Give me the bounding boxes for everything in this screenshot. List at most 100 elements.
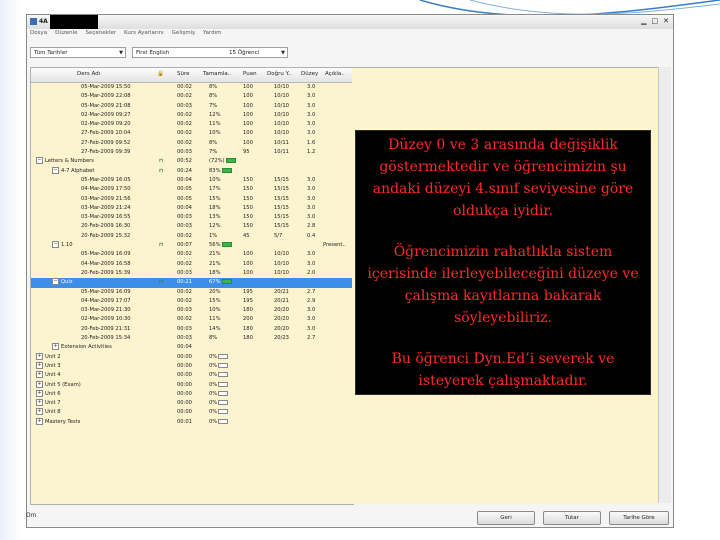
table-row[interactable]: −1.10 ⊓ 00:07 56% Present.. [31,241,353,250]
row-completion-value: 83% [209,167,221,174]
expand-icon[interactable]: + [36,380,43,388]
table-row[interactable]: 20-Feb-2009 15:34 00:03 8% 180 20/23 2.7 [31,334,353,343]
header-level[interactable]: Düzey [301,71,318,77]
collapse-icon[interactable]: − [36,157,43,165]
row-completion: 7% [209,148,217,157]
row-completion: 11% [209,120,221,129]
close-icon[interactable]: ✕ [663,17,669,25]
row-time: 00:04 [177,344,192,351]
menu-item-options[interactable]: Seçenekler [85,30,116,40]
header-score[interactable]: Puan [243,71,257,77]
row-time: 00:02 [177,251,192,258]
table-row[interactable]: 04-Mar-2009 17:07 00:02 15% 195 20/21 2.9 [31,297,353,306]
table-row[interactable]: + Unit 8 00:00 0% [31,408,353,417]
table-row[interactable]: + Unit 6 00:00 0% [31,389,353,399]
table-row[interactable]: 02-Mar-2009 09:20 00:02 11% 100 10/10 3.0 [31,120,353,129]
table-row[interactable]: − Letters & Numbers ⊓ 00:52 (72%) [31,157,353,166]
row-completion-value: 0% [209,409,218,416]
table-row[interactable]: + Unit 7 00:00 0% [31,399,353,408]
menu-item-help[interactable]: Yardım [203,30,222,40]
row-time: 00:02 [177,130,192,137]
table-row[interactable]: 20-Feb-2009 15:32 00:02 1% 45 5/7 0.4 [31,232,353,241]
header-accuracy[interactable]: Doğru Y.. [267,71,291,77]
row-time: 00:02 [177,93,192,100]
collapse-icon[interactable]: − [52,278,59,286]
collapse-icon[interactable]: − [52,166,59,174]
menu-item-file[interactable]: Dosya [30,30,47,40]
menu-item-advanced[interactable]: Gelişmiş [172,30,195,40]
annotation-paragraph: Bu öğrenci Dyn.Ed’i severek ve isteyerek… [391,351,615,389]
menu-item-edit[interactable]: Düzenle [55,30,77,40]
table-row[interactable]: 04-Mar-2009 16:58 00:02 21% 100 10/10 3.0 [31,260,353,269]
table-row[interactable]: 05-Mar-2009 22:08 00:02 8% 100 10/10 3.0 [31,92,353,101]
row-time: 00:24 [177,167,192,174]
table-row[interactable]: 02-Mar-2009 09:27 00:02 12% 100 10/10 3.0 [31,111,353,120]
by-date-button[interactable]: Tarihe Göre [609,511,669,525]
row-level: 3.0 [307,251,316,258]
table-row[interactable]: + Extension Activities 00:04 [31,343,353,352]
back-button[interactable]: Geri [477,511,535,525]
table-row[interactable]: 27-Feb-2009 09:52 00:02 8% 100 10/11 1.6 [31,139,353,148]
row-accuracy: 10/10 [274,111,289,118]
row-time: 00:02 [177,121,192,128]
row-lesson-name: 02-Mar-2009 09:20 [81,121,131,128]
table-row[interactable]: − Quiz ⊓ 00:21 67% [31,278,353,288]
expand-icon[interactable]: + [36,408,43,416]
table-row[interactable]: 03-Mar-2009 21:24 00:04 18% 150 15/15 3.0 [31,204,353,213]
table-row[interactable]: + Unit 3 00:00 0% [31,361,353,371]
table-row[interactable]: 03-Mar-2009 21:56 00:05 15% 150 15/15 3.0 [31,195,353,204]
row-lesson-name: Unit 4 [45,372,61,379]
course-dropdown[interactable]: First English 15 Öğrenci ▼ [132,47,288,58]
table-row[interactable]: 05-Mar-2009 16:09 00:02 20% 195 20/21 2.7 [31,288,353,297]
row-accuracy: 20/20 [274,307,289,314]
row-score: 100 [243,130,253,137]
row-lesson-name: 04-Mar-2009 17:50 [81,186,131,193]
menu-item-course-settings[interactable]: Kurs Ayarlarını [124,30,164,40]
expand-icon[interactable]: + [36,389,43,397]
date-range-dropdown[interactable]: Tüm Tarihler ▼ [30,47,126,58]
row-lesson-name: 02-Mar-2009 10:30 [81,316,131,323]
expand-icon[interactable]: + [52,343,59,351]
progress-bar [218,400,229,406]
table-row[interactable]: −4-7 Alphabet ⊓ 00:24 83% [31,166,353,176]
expand-icon[interactable]: + [36,371,43,379]
row-completion: 8% [209,83,217,92]
expand-icon[interactable]: + [36,417,43,425]
row-time: 00:05 [177,195,192,202]
expand-icon[interactable]: + [36,352,43,360]
table-row[interactable]: 05-Mar-2009 16:05 00:04 10% 150 15/15 3.0 [31,176,353,185]
table-row[interactable]: 04-Mar-2009 17:50 00:05 17% 150 15/15 3.0 [31,185,353,194]
table-row[interactable]: 27-Feb-2009 10:04 00:02 10% 100 10/10 3.0 [31,129,353,138]
row-time: 00:52 [177,158,192,165]
table-row[interactable]: 20-Feb-2009 15:39 00:03 18% 100 10/10 2.0 [31,269,353,278]
header-time[interactable]: Süre [177,71,190,77]
expand-icon[interactable]: + [36,361,43,369]
table-row[interactable]: + Mastery Tests 00:01 0% [31,417,353,427]
table-row[interactable]: 05-Mar-2009 16:09 00:02 21% 100 10/10 3.0 [31,250,353,259]
table-row[interactable]: + Unit 4 00:00 0% [31,371,353,380]
vertical-scrollbar[interactable] [658,67,671,503]
table-row[interactable]: 27-Feb-2009 09:39 00:03 7% 95 10/11 1.2 [31,148,353,157]
table-row[interactable]: 05-Mar-2009 21:08 00:03 7% 100 10/10 3.0 [31,102,353,111]
table-row[interactable]: 03-Mar-2009 21:30 00:03 10% 180 20/20 3.0 [31,306,353,315]
table-row[interactable]: 20-Feb-2009 16:30 00:03 12% 150 15/15 2.8 [31,222,353,231]
table-row[interactable]: 02-Mar-2009 10:30 00:02 11% 200 20/20 3.0 [31,315,353,324]
header-completion[interactable]: Tamamla.. [203,71,231,77]
table-row[interactable]: + Unit 2 00:00 0% [31,352,353,362]
table-row[interactable]: + Unit 5 (Exam) 00:00 0% [31,380,353,390]
minimize-icon[interactable]: ▁ [641,17,646,25]
slide-left-accent [0,0,22,540]
row-time: 00:03 [177,223,192,230]
table-row[interactable]: 05-Mar-2009 15:50 00:02 8% 100 10/10 3.0 [31,83,353,92]
total-button[interactable]: Tutar [543,511,601,525]
row-completion-value: 0% [209,400,218,407]
maximize-icon[interactable]: □ [652,17,659,25]
table-row[interactable]: 20-Feb-2009 21:31 00:03 14% 180 20/20 3.0 [31,325,353,334]
collapse-icon[interactable]: − [52,241,59,249]
expand-icon[interactable]: + [36,399,43,407]
progress-bar [221,279,232,285]
table-row[interactable]: 03-Mar-2009 16:55 00:03 13% 150 15/15 3.0 [31,213,353,222]
header-note[interactable]: Açıkla.. [325,71,345,77]
header-lesson-name[interactable]: Ders Adı [77,71,100,77]
row-completion: 20% [209,288,221,297]
